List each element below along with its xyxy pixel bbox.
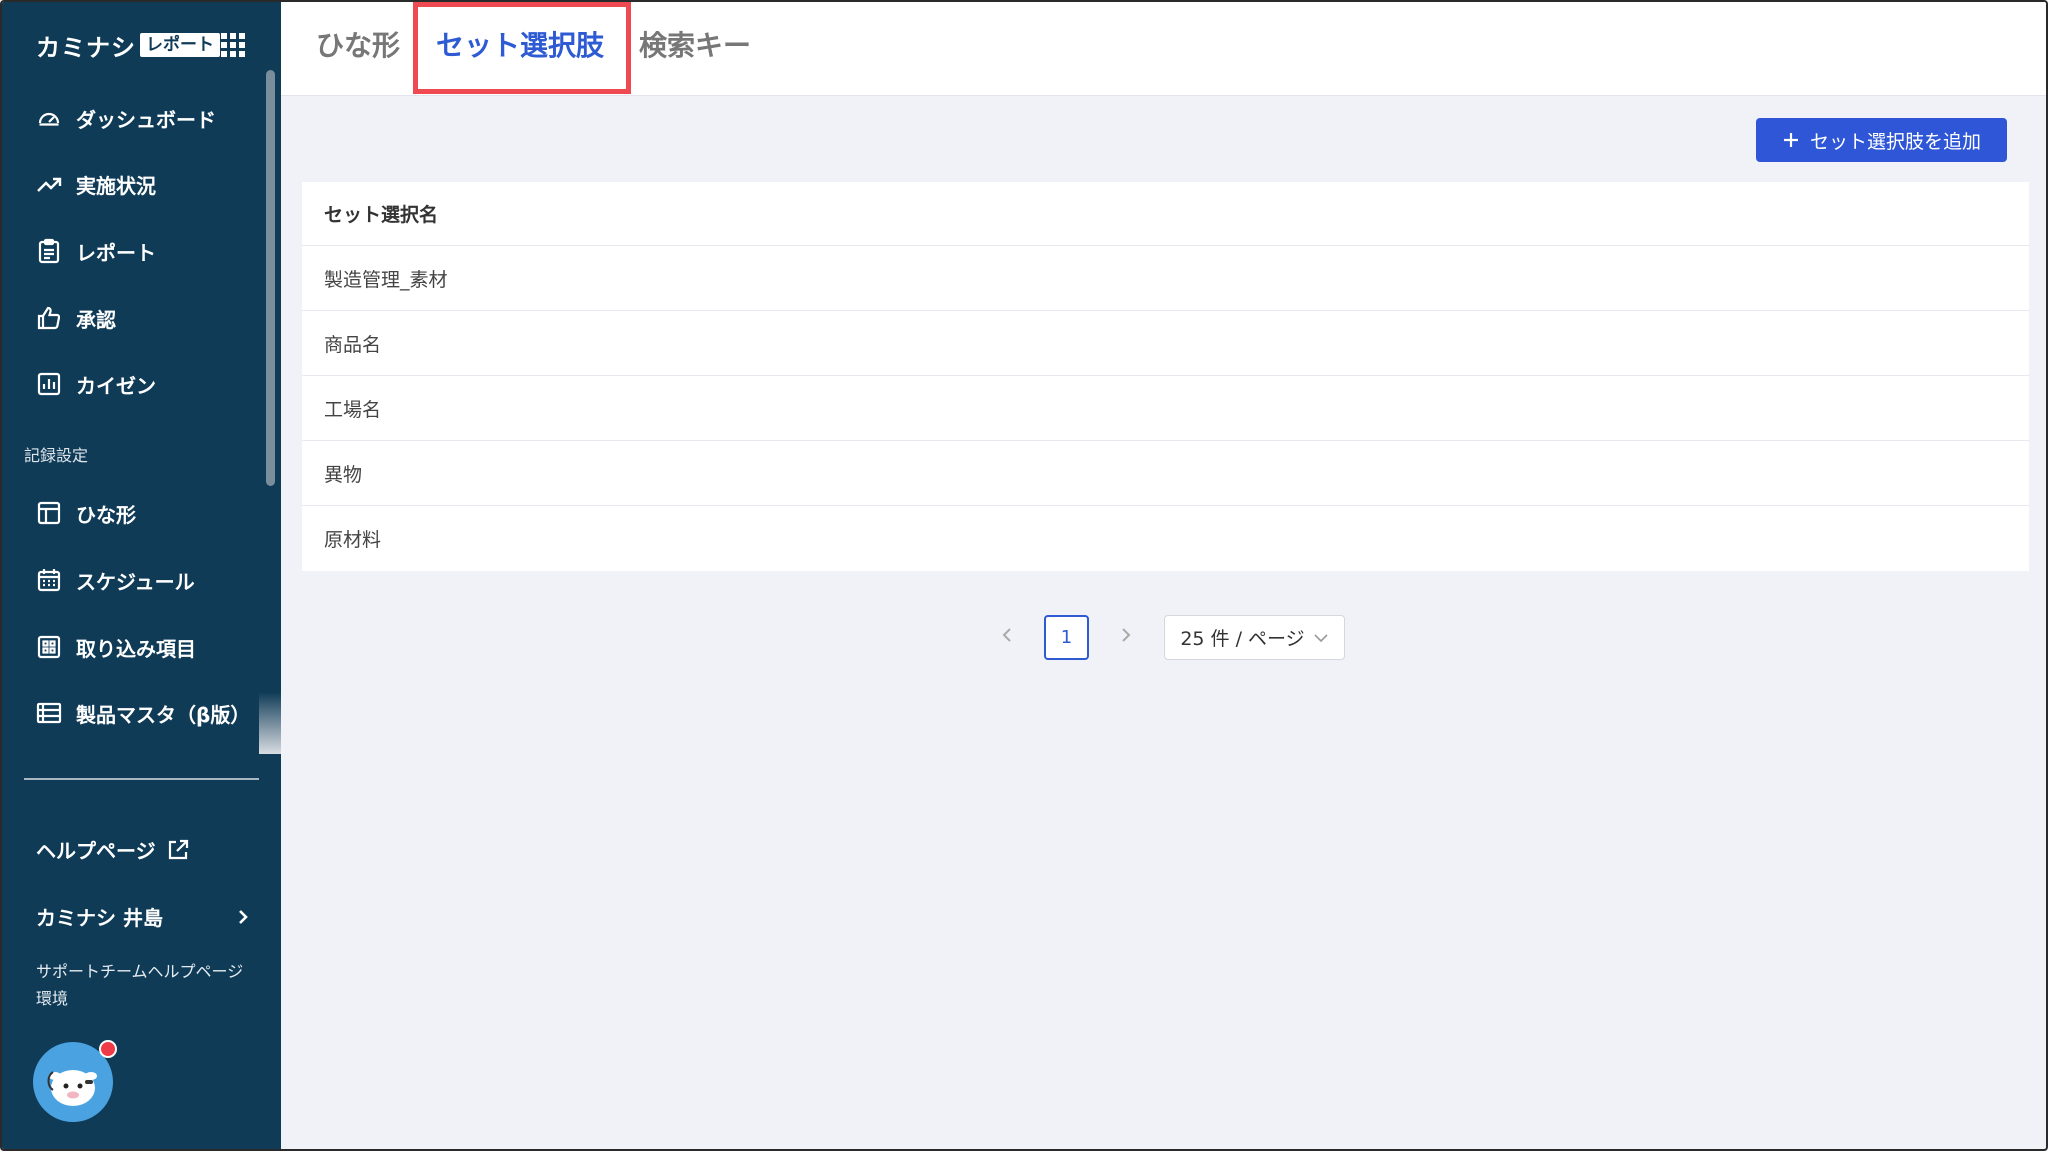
chevron-right-icon: [1122, 628, 1131, 642]
sidebar-item-label: ダッシュボード: [76, 107, 216, 132]
bar-chart-icon: [37, 372, 61, 396]
help-page-label: ヘルプページ: [36, 839, 156, 863]
sidebar-item-approval[interactable]: 承認: [36, 298, 266, 338]
mascot-chat-button[interactable]: [33, 1040, 117, 1122]
next-page-button[interactable]: [1111, 625, 1141, 650]
sidebar-item-product-master[interactable]: 製品マスタ（β版）: [36, 693, 266, 733]
grid-icon: [37, 635, 61, 659]
prev-page-button[interactable]: [992, 625, 1022, 650]
table-row[interactable]: 商品名: [302, 311, 2029, 376]
sidebar-item-label: 承認: [76, 307, 116, 332]
sidebar-item-kaizen[interactable]: カイゼン: [36, 364, 266, 404]
calendar-icon: [37, 569, 61, 592]
tab-template[interactable]: ひな形: [316, 24, 400, 64]
page-size-label: 25 件 / ページ: [1180, 628, 1305, 650]
sidebar-scrollbar[interactable]: [266, 70, 275, 486]
chevron-down-icon: [1314, 633, 1328, 642]
brand-tag: レポート: [140, 33, 220, 57]
user-name: カミナシ 井島: [36, 906, 163, 930]
table-row[interactable]: 原材料: [302, 506, 2029, 571]
template-icon: [37, 501, 61, 525]
brand-logo[interactable]: カミナシ レポート: [36, 30, 220, 62]
sidebar-item-template[interactable]: ひな形: [36, 493, 266, 533]
environment-text: サポートチームヘルプページ環境: [36, 962, 244, 1008]
sidebar-item-import-fields[interactable]: 取り込み項目: [36, 627, 266, 667]
table-row[interactable]: 異物: [302, 441, 2029, 506]
apps-grid-icon[interactable]: [221, 33, 245, 57]
list-icon: [36, 702, 62, 724]
trend-up-icon: [37, 177, 62, 192]
app-window: カミナシ レポート ダッシュボード 実施状況 レポート 承認 カイゼン 記録設定…: [0, 0, 2048, 1151]
user-menu[interactable]: カミナシ 井島: [36, 902, 250, 931]
sidebar-item-schedule[interactable]: スケジュール: [36, 560, 266, 600]
brand-name: カミナシ: [36, 33, 136, 62]
tab-highlight-box: [413, 2, 631, 94]
clipboard-icon: [38, 238, 60, 264]
sidebar-item-label: 取り込み項目: [76, 636, 196, 661]
chevron-right-icon: [239, 909, 248, 924]
sidebar-item-dashboard[interactable]: ダッシュボード: [36, 98, 266, 138]
sidebar-item-label: ひな形: [76, 502, 136, 527]
sidebar-item-report[interactable]: レポート: [36, 231, 266, 271]
set-options-table: セット選択名 製造管理_素材 商品名 工場名 異物 原材料: [302, 182, 2029, 571]
sidebar-item-label: レポート: [76, 240, 156, 265]
gauge-icon: [38, 112, 60, 126]
sidebar-item-label: 実施状況: [76, 173, 156, 198]
table-header: セット選択名: [302, 182, 2029, 246]
chevron-left-icon: [1002, 628, 1011, 642]
thumbs-up-icon: [37, 306, 61, 330]
external-link-icon: [168, 839, 188, 859]
sidebar: カミナシ レポート ダッシュボード 実施状況 レポート 承認 カイゼン 記録設定…: [2, 2, 281, 1149]
add-set-option-button[interactable]: セット選択肢を追加: [1756, 118, 2007, 162]
page-size-select[interactable]: 25 件 / ページ: [1164, 615, 1345, 660]
table-row[interactable]: 製造管理_素材: [302, 246, 2029, 311]
sidebar-item-label: 製品マスタ（β版）: [76, 702, 251, 727]
tab-search-keys[interactable]: 検索キー: [639, 24, 751, 64]
help-page-link[interactable]: ヘルプページ: [36, 835, 190, 864]
sidebar-item-status[interactable]: 実施状況: [36, 164, 266, 204]
pagination: 1: [992, 615, 1141, 660]
add-button-label: セット選択肢を追加: [1809, 130, 1981, 153]
notification-badge: [99, 1040, 117, 1058]
table-row[interactable]: 工場名: [302, 376, 2029, 441]
section-label-record-settings: 記録設定: [24, 446, 89, 465]
sidebar-divider: [24, 778, 259, 780]
sidebar-fade: [259, 692, 281, 754]
sidebar-item-label: カイゼン: [76, 373, 156, 398]
page-number-current[interactable]: 1: [1044, 615, 1089, 660]
sidebar-item-label: スケジュール: [76, 569, 195, 594]
plus-icon: [1783, 133, 1798, 147]
